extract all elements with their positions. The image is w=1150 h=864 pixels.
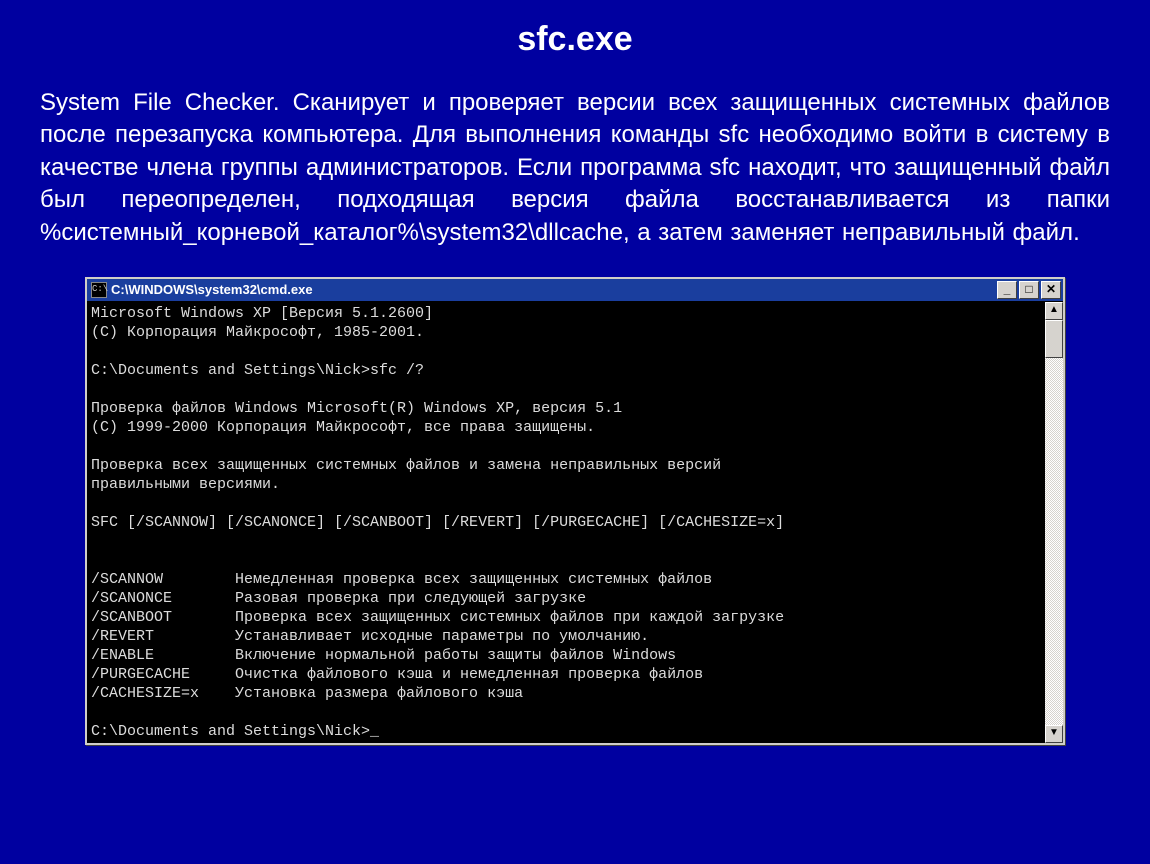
scroll-up-button[interactable]: ▲: [1045, 302, 1063, 320]
vertical-scrollbar[interactable]: ▲ ▼: [1045, 302, 1063, 743]
scroll-thumb[interactable]: [1045, 320, 1063, 358]
minimize-button[interactable]: _: [997, 281, 1017, 299]
console-titlebar[interactable]: C:\ C:\WINDOWS\system32\cmd.exe _ □ ✕: [87, 279, 1063, 302]
console-output[interactable]: Microsoft Windows XP [Версия 5.1.2600] (…: [87, 302, 1045, 743]
scroll-down-button[interactable]: ▼: [1045, 725, 1063, 743]
console-window: C:\ C:\WINDOWS\system32\cmd.exe _ □ ✕ Mi…: [85, 277, 1065, 745]
maximize-button[interactable]: □: [1019, 281, 1039, 299]
slide-body-text: System File Checker. Сканирует и проверя…: [40, 87, 1110, 249]
console-title-text: C:\WINDOWS\system32\cmd.exe: [111, 282, 997, 297]
slide-title: sfc.exe: [40, 20, 1110, 59]
scroll-track[interactable]: [1045, 320, 1063, 725]
slide: sfc.exe System File Checker. Сканирует и…: [0, 0, 1150, 864]
cmd-icon: C:\: [91, 282, 107, 298]
close-button[interactable]: ✕: [1041, 281, 1061, 299]
window-buttons: _ □ ✕: [997, 281, 1061, 299]
console-body: Microsoft Windows XP [Версия 5.1.2600] (…: [87, 302, 1063, 743]
